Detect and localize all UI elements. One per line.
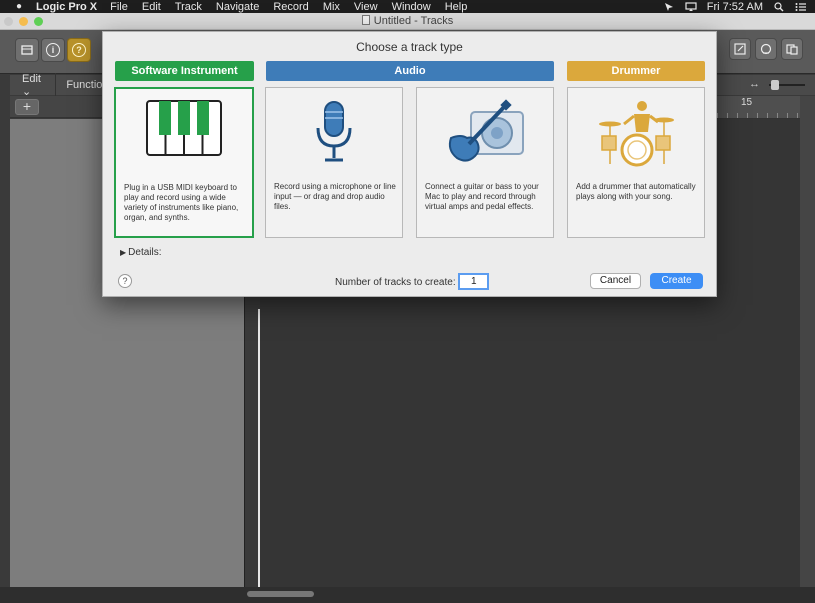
drummer-icon xyxy=(599,101,674,167)
microphone-icon xyxy=(316,101,352,162)
tab-drummer[interactable]: Drummer xyxy=(567,61,705,81)
menubar-status-area: Fri 7:52 AM xyxy=(663,0,807,13)
tab-software-instrument[interactable]: Software Instrument xyxy=(115,61,254,81)
ruler-ticks xyxy=(717,113,800,118)
menu-bar: ● Logic Pro X File Edit Track Navigate R… xyxy=(0,0,815,13)
plus-icon: + xyxy=(22,98,32,114)
ruler-bar-label: 15 xyxy=(741,97,753,108)
cursor-icon[interactable] xyxy=(663,2,675,12)
list-icon[interactable] xyxy=(795,2,807,12)
track-header-bar: + xyxy=(10,96,105,118)
search-icon[interactable] xyxy=(773,1,785,12)
card-audio-microphone[interactable]: Record using a microphone or line input … xyxy=(265,87,403,238)
vertical-scroll-area[interactable] xyxy=(800,96,815,601)
library-button[interactable] xyxy=(15,38,39,62)
cancel-button[interactable]: Cancel xyxy=(590,273,641,289)
card-audio-guitar-description: Connect a guitar or bass to your Mac to … xyxy=(425,182,539,211)
info-icon: i xyxy=(46,43,60,57)
menu-navigate[interactable]: Navigate xyxy=(216,1,259,13)
track-count-input[interactable]: 1 xyxy=(458,273,489,290)
card-drummer[interactable]: Add a drummer that automatically plays a… xyxy=(567,87,705,238)
functions-menu[interactable]: Functions xyxy=(56,79,105,91)
menu-view[interactable]: View xyxy=(354,1,378,13)
zoom-control: ↔ xyxy=(717,75,815,95)
menu-window[interactable]: Window xyxy=(392,1,431,13)
card-audio-microphone-description: Record using a microphone or line input … xyxy=(274,182,396,211)
tab-audio[interactable]: Audio xyxy=(266,61,554,81)
notepad-button[interactable] xyxy=(729,38,751,60)
library-icon xyxy=(21,45,33,55)
card-software-instrument-description: Plug in a USB MIDI keyboard to play and … xyxy=(124,183,239,222)
add-track-button[interactable]: + xyxy=(15,99,39,115)
card-drummer-description: Add a drummer that automatically plays a… xyxy=(576,182,696,201)
document-icon xyxy=(361,15,370,25)
horizontal-scrollbar-thumb[interactable] xyxy=(247,591,314,597)
menu-track[interactable]: Track xyxy=(175,1,202,13)
menubar-clock[interactable]: Fri 7:52 AM xyxy=(707,1,763,13)
window-titlebar: Untitled - Tracks xyxy=(0,13,815,30)
menu-app-name[interactable]: Logic Pro X xyxy=(36,1,97,13)
horizontal-zoom-icon: ↔ xyxy=(749,78,760,90)
dialog-title: Choose a track type xyxy=(356,40,463,54)
notepad-icon xyxy=(734,43,746,55)
guitar-amp-icon xyxy=(448,99,524,162)
menu-mix[interactable]: Mix xyxy=(323,1,340,13)
browser-button[interactable] xyxy=(781,38,803,60)
menu-file[interactable]: File xyxy=(110,1,128,13)
inspector-button[interactable]: i xyxy=(41,38,65,62)
display-icon[interactable] xyxy=(685,1,697,12)
playhead[interactable] xyxy=(258,309,260,599)
timeline-ruler[interactable]: 15 xyxy=(717,96,800,119)
loop-browser-button[interactable] xyxy=(755,38,777,60)
zoom-slider-knob[interactable] xyxy=(771,80,779,90)
quick-help-button[interactable]: ? xyxy=(67,38,91,62)
loop-icon xyxy=(760,43,772,55)
card-audio-guitar[interactable]: Connect a guitar or bass to your Mac to … xyxy=(416,87,554,238)
apple-icon[interactable]: ● xyxy=(12,1,26,12)
track-count-label: Number of tracks to create: xyxy=(335,277,456,288)
create-button[interactable]: Create xyxy=(650,273,703,289)
menu-edit[interactable]: Edit xyxy=(142,1,161,13)
menu-record[interactable]: Record xyxy=(273,1,308,13)
new-track-dialog: Choose a track type Software Instrument … xyxy=(102,31,717,297)
bottom-scroll-bar xyxy=(0,587,815,603)
window-title: Untitled - Tracks xyxy=(0,15,815,27)
details-disclosure[interactable]: ▶ Details: xyxy=(120,247,162,258)
menu-help[interactable]: Help xyxy=(445,1,468,13)
question-icon: ? xyxy=(72,43,86,57)
disclosure-triangle-icon: ▶ xyxy=(120,248,127,257)
tracks-edit-bar: Edit ⌄ Functions xyxy=(10,72,105,98)
browser-icon xyxy=(786,44,798,55)
card-software-instrument[interactable]: Plug in a USB MIDI keyboard to play and … xyxy=(114,87,254,238)
piano-keys-icon xyxy=(146,100,222,156)
help-button[interactable]: ? xyxy=(118,274,132,288)
edit-menu[interactable]: Edit ⌄ xyxy=(10,72,57,98)
